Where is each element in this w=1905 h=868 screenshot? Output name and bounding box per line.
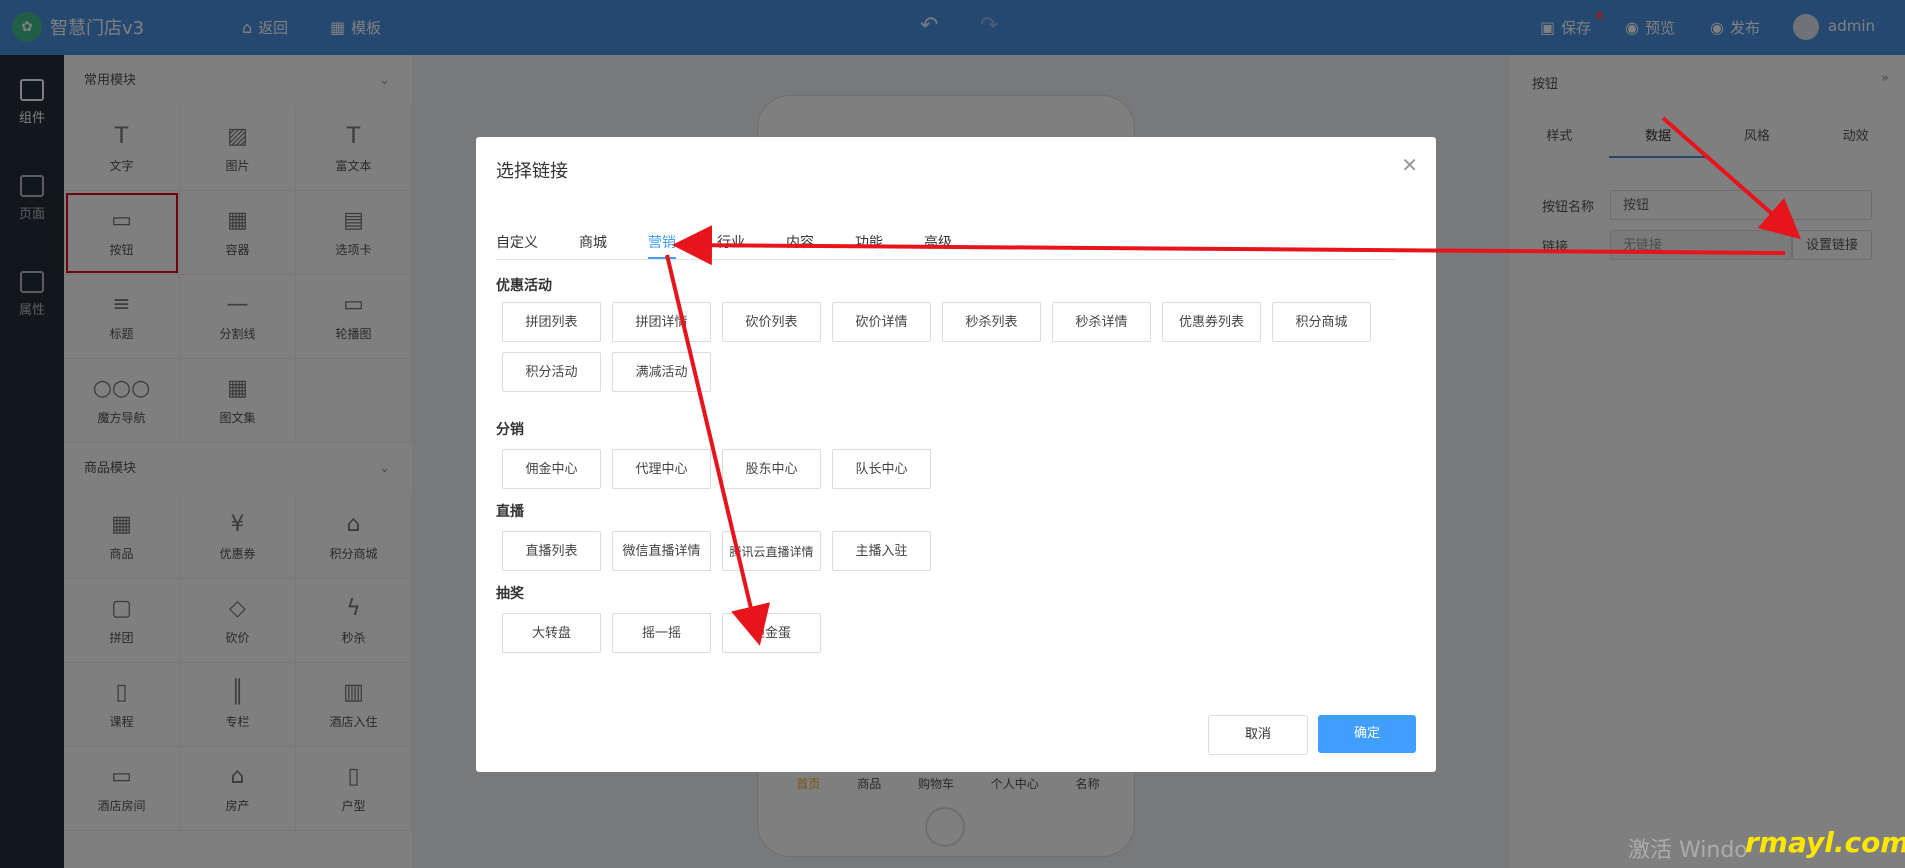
link-option[interactable]: 直播列表 [502, 531, 601, 571]
link-option[interactable]: 队长中心 [832, 449, 931, 489]
link-option[interactable]: 拼团详情 [612, 302, 711, 342]
close-icon[interactable]: ✕ [1401, 153, 1418, 177]
link-option[interactable]: 砍价详情 [832, 302, 931, 342]
link-option[interactable]: 代理中心 [612, 449, 711, 489]
cancel-button[interactable]: 取消 [1208, 715, 1308, 755]
section-title: 优惠活动 [496, 278, 552, 294]
link-option[interactable]: 腾讯云直播详情 [722, 531, 821, 571]
link-option[interactable]: 砍价列表 [722, 302, 821, 342]
section-title: 抽奖 [496, 586, 524, 602]
link-option[interactable]: 积分商城 [1272, 302, 1371, 342]
live-options: 直播列表 微信直播详情 腾讯云直播详情 主播入驻 [502, 531, 1402, 571]
link-option[interactable]: 砸金蛋 [722, 613, 821, 653]
link-option[interactable]: 摇一摇 [612, 613, 711, 653]
dialog-tabs: 自定义 商城 营销 行业 内容 功能 高级 [496, 232, 1396, 260]
tab-custom[interactable]: 自定义 [496, 232, 538, 259]
dialog-title: 选择链接 [496, 161, 568, 182]
link-option[interactable]: 秒杀列表 [942, 302, 1041, 342]
tab-function[interactable]: 功能 [855, 232, 883, 259]
link-option[interactable]: 股东中心 [722, 449, 821, 489]
link-option[interactable]: 拼团列表 [502, 302, 601, 342]
lottery-options: 大转盘 摇一摇 砸金蛋 [502, 613, 1402, 653]
section-title: 直播 [496, 504, 524, 520]
tab-advanced[interactable]: 高级 [924, 232, 952, 259]
distribution-options: 佣金中心 代理中心 股东中心 队长中心 [502, 449, 1402, 489]
link-option[interactable]: 主播入驻 [832, 531, 931, 571]
tab-mall[interactable]: 商城 [579, 232, 607, 259]
section-title: 分销 [496, 422, 524, 438]
link-option[interactable]: 佣金中心 [502, 449, 601, 489]
link-option[interactable]: 秒杀详情 [1052, 302, 1151, 342]
activation-watermark: 激活 Windo [1628, 838, 1748, 863]
tab-industry[interactable]: 行业 [717, 232, 745, 259]
select-link-dialog: 选择链接 ✕ 自定义 商城 营销 行业 内容 功能 高级 优惠活动 拼团列表 拼… [476, 137, 1436, 772]
link-option[interactable]: 优惠券列表 [1162, 302, 1261, 342]
confirm-button[interactable]: 确定 [1318, 715, 1416, 753]
brand-watermark: rmayl.com [1745, 826, 1905, 859]
link-option[interactable]: 微信直播详情 [612, 531, 711, 571]
link-option[interactable]: 积分活动 [502, 352, 601, 392]
link-option[interactable]: 大转盘 [502, 613, 601, 653]
tab-content[interactable]: 内容 [786, 232, 814, 259]
tab-marketing[interactable]: 营销 [648, 232, 676, 259]
promo-options: 拼团列表 拼团详情 砍价列表 砍价详情 秒杀列表 秒杀详情 优惠券列表 积分商城… [502, 302, 1402, 392]
link-option[interactable]: 满减活动 [612, 352, 711, 392]
